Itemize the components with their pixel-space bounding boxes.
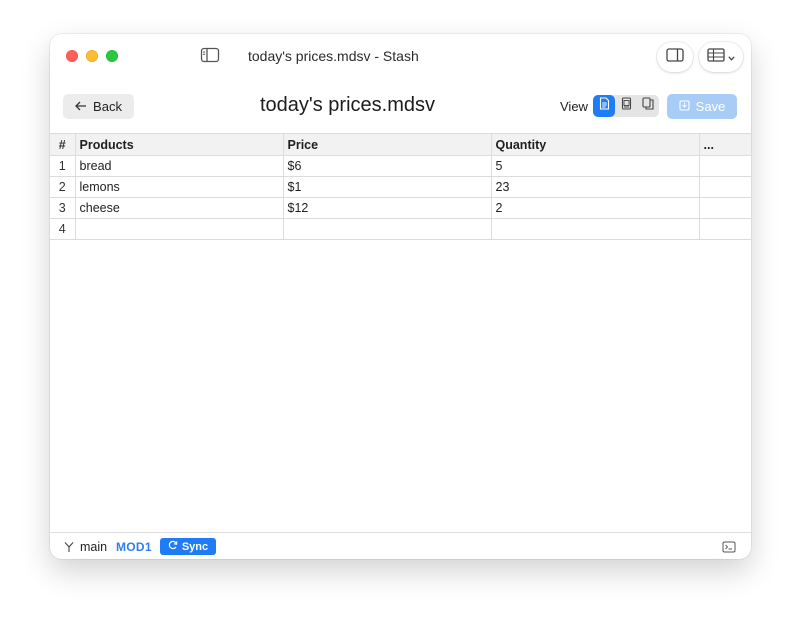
cell-price[interactable] [283,218,492,240]
cell-product[interactable]: lemons [75,176,284,198]
cell-product[interactable]: bread [75,155,284,177]
sidebar-toggle-icon[interactable] [200,47,222,65]
table-row: 2 lemons $1 23 [50,176,751,198]
row-number: 4 [50,218,76,240]
cell-extra[interactable] [699,155,751,177]
cell-price[interactable]: $1 [283,176,492,198]
cell-price[interactable]: $12 [283,197,492,219]
modification-badge: MOD1 [116,540,152,554]
save-label: Save [695,99,726,114]
row-number: 1 [50,155,76,177]
window-title: today's prices.mdsv - Stash [248,48,419,64]
column-header-price[interactable]: Price [283,133,492,156]
cell-quantity[interactable]: 23 [491,176,700,198]
table-menu-icon [707,47,725,67]
back-button[interactable]: Back [63,94,134,119]
save-button[interactable]: Save [667,94,737,119]
view-mode-segmented-control [593,95,659,117]
zoom-window-button[interactable] [106,50,118,62]
sync-label: Sync [181,540,209,553]
preview-view-button[interactable] [615,95,637,117]
data-table: # Products Price Quantity ... 1 bread $6… [50,133,751,240]
cell-quantity[interactable]: 5 [491,155,700,177]
inspector-toggle-button[interactable] [657,42,693,72]
table-header-row: # Products Price Quantity ... [50,133,751,156]
row-number: 2 [50,176,76,198]
text-view-button[interactable] [593,95,615,117]
cell-quantity[interactable] [491,218,700,240]
status-bar: main MOD1 Sync [50,532,751,559]
cell-quantity[interactable]: 2 [491,197,700,219]
table-row: 4 [50,218,751,240]
split-view-icon [642,97,654,115]
sync-button[interactable]: Sync [160,538,216,555]
save-icon [679,99,690,114]
column-header-products[interactable]: Products [75,133,284,156]
cell-extra[interactable] [699,176,751,198]
row-number: 3 [50,197,76,219]
console-icon[interactable] [722,540,736,558]
chevron-down-icon [728,48,735,66]
add-column-header[interactable]: ... [699,133,751,156]
minimize-window-button[interactable] [86,50,98,62]
table-row: 1 bread $6 5 [50,155,751,177]
table-menu-button[interactable] [699,42,743,72]
cell-price[interactable]: $6 [283,155,492,177]
column-header-row-number: # [50,133,76,156]
preview-view-icon [621,97,632,115]
arrow-left-icon [75,99,87,114]
app-window: today's prices.mdsv - Stash Back today's… [50,34,751,559]
split-view-button[interactable] [637,95,659,117]
cell-extra[interactable] [699,218,751,240]
sync-icon [168,540,178,553]
document-title: today's prices.mdsv [260,94,435,116]
cell-extra[interactable] [699,197,751,219]
close-window-button[interactable] [66,50,78,62]
view-label: View [560,99,588,114]
column-header-quantity[interactable]: Quantity [491,133,700,156]
text-view-icon [599,97,610,115]
cell-product[interactable]: cheese [75,197,284,219]
git-branch-icon [63,540,75,558]
table-row: 3 cheese $12 2 [50,197,751,219]
inspector-toggle-icon [666,47,684,67]
cell-product[interactable] [75,218,284,240]
back-label: Back [93,99,122,114]
title-bar: today's prices.mdsv - Stash [50,34,751,82]
branch-name[interactable]: main [80,540,107,554]
